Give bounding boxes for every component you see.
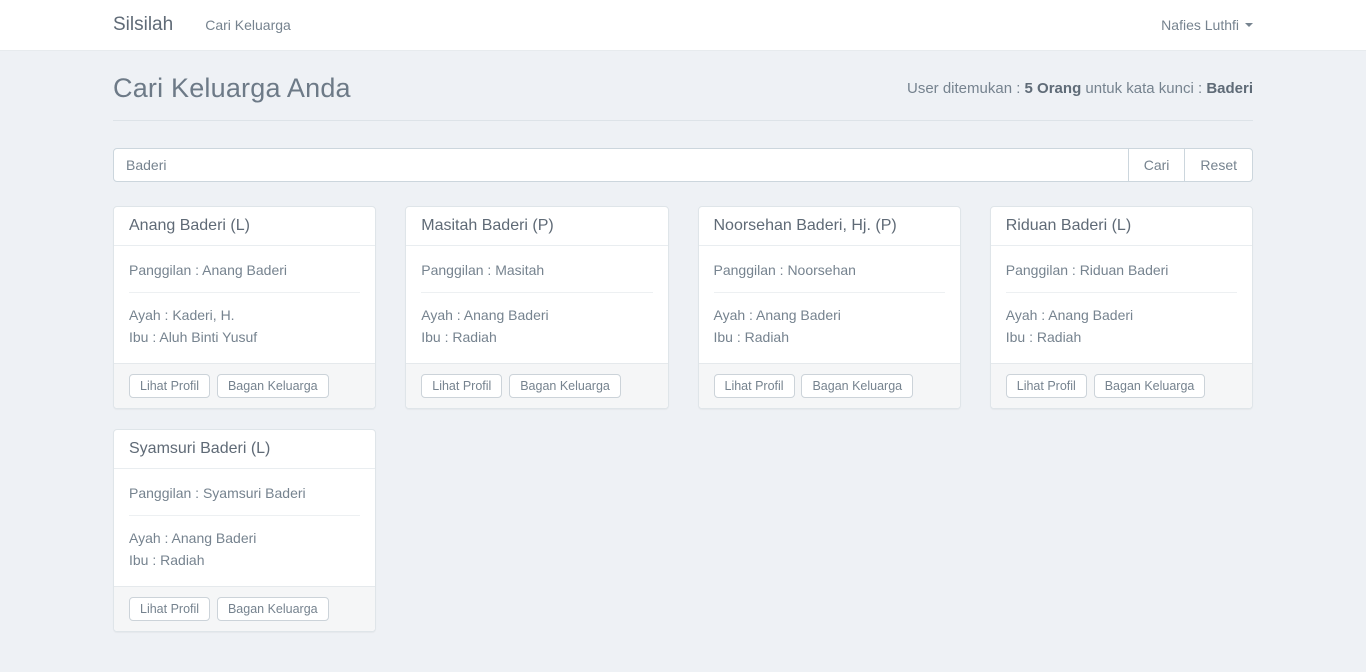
person-nickname: Panggilan : Riduan Baderi <box>1006 259 1237 281</box>
lihat-profil-button[interactable]: Lihat Profil <box>421 374 502 398</box>
person-father: Ayah : Anang Baderi <box>1006 304 1237 326</box>
search-form: Cari Reset <box>113 148 1253 182</box>
person-card-body: Panggilan : Masitah Ayah : Anang Baderi … <box>406 246 667 363</box>
navbar: Silsilah Cari Keluarga Nafies Luthfi <box>0 0 1366 51</box>
cari-button[interactable]: Cari <box>1128 148 1186 182</box>
person-card-body: Panggilan : Syamsuri Baderi Ayah : Anang… <box>114 469 375 586</box>
lihat-profil-button[interactable]: Lihat Profil <box>1006 374 1087 398</box>
divider <box>129 515 360 516</box>
person-card-title: Noorsehan Baderi, Hj. (P) <box>699 207 960 246</box>
person-nickname: Panggilan : Masitah <box>421 259 652 281</box>
bagan-keluarga-button[interactable]: Bagan Keluarga <box>217 374 329 398</box>
person-card-body: Panggilan : Anang Baderi Ayah : Kaderi, … <box>114 246 375 363</box>
bagan-keluarga-button[interactable]: Bagan Keluarga <box>509 374 621 398</box>
person-card: Riduan Baderi (L) Panggilan : Riduan Bad… <box>990 206 1253 409</box>
brand-silsilah[interactable]: Silsilah <box>113 14 173 36</box>
summary-middle: untuk kata kunci : <box>1081 80 1206 97</box>
person-card-footer: Lihat Profil Bagan Keluarga <box>114 363 375 408</box>
person-nickname: Panggilan : Syamsuri Baderi <box>129 482 360 504</box>
nav-item-cari-keluarga[interactable]: Cari Keluarga <box>205 17 291 33</box>
person-mother: Ibu : Aluh Binti Yusuf <box>129 326 360 348</box>
lihat-profil-button[interactable]: Lihat Profil <box>129 374 210 398</box>
person-card-footer: Lihat Profil Bagan Keluarga <box>406 363 667 408</box>
person-mother: Ibu : Radiah <box>421 326 652 348</box>
person-card-title: Anang Baderi (L) <box>114 207 375 246</box>
person-father: Ayah : Anang Baderi <box>421 304 652 326</box>
person-father: Ayah : Anang Baderi <box>714 304 945 326</box>
person-card: Anang Baderi (L) Panggilan : Anang Bader… <box>113 206 376 409</box>
page-header: Cari Keluarga Anda User ditemukan : 5 Or… <box>113 73 1253 121</box>
person-card-title: Masitah Baderi (P) <box>406 207 667 246</box>
person-mother: Ibu : Radiah <box>129 549 360 571</box>
divider <box>1006 292 1237 293</box>
person-mother: Ibu : Radiah <box>714 326 945 348</box>
person-father: Ayah : Anang Baderi <box>129 527 360 549</box>
result-summary: User ditemukan : 5 Orang untuk kata kunc… <box>907 80 1253 97</box>
person-card-title: Riduan Baderi (L) <box>991 207 1252 246</box>
search-input[interactable] <box>113 148 1129 182</box>
bagan-keluarga-button[interactable]: Bagan Keluarga <box>1094 374 1206 398</box>
results-grid: Anang Baderi (L) Panggilan : Anang Bader… <box>113 206 1253 672</box>
person-card-title: Syamsuri Baderi (L) <box>114 430 375 469</box>
person-card-body: Panggilan : Noorsehan Ayah : Anang Bader… <box>699 246 960 363</box>
person-card: Syamsuri Baderi (L) Panggilan : Syamsuri… <box>113 429 376 632</box>
person-father: Ayah : Kaderi, H. <box>129 304 360 326</box>
person-card-footer: Lihat Profil Bagan Keluarga <box>699 363 960 408</box>
user-name: Nafies Luthfi <box>1161 17 1239 33</box>
bagan-keluarga-button[interactable]: Bagan Keluarga <box>801 374 913 398</box>
lihat-profil-button[interactable]: Lihat Profil <box>129 597 210 621</box>
divider <box>714 292 945 293</box>
person-card: Masitah Baderi (P) Panggilan : Masitah A… <box>405 206 668 409</box>
summary-count: 5 Orang <box>1025 80 1082 97</box>
divider <box>129 292 360 293</box>
caret-down-icon <box>1245 23 1253 27</box>
person-card: Noorsehan Baderi, Hj. (P) Panggilan : No… <box>698 206 961 409</box>
main-content: Cari Keluarga Anda User ditemukan : 5 Or… <box>113 73 1253 672</box>
lihat-profil-button[interactable]: Lihat Profil <box>714 374 795 398</box>
page-title: Cari Keluarga Anda <box>113 73 351 104</box>
bagan-keluarga-button[interactable]: Bagan Keluarga <box>217 597 329 621</box>
person-nickname: Panggilan : Noorsehan <box>714 259 945 281</box>
person-card-footer: Lihat Profil Bagan Keluarga <box>114 586 375 631</box>
person-card-footer: Lihat Profil Bagan Keluarga <box>991 363 1252 408</box>
user-dropdown[interactable]: Nafies Luthfi <box>1161 17 1253 33</box>
person-card-body: Panggilan : Riduan Baderi Ayah : Anang B… <box>991 246 1252 363</box>
person-nickname: Panggilan : Anang Baderi <box>129 259 360 281</box>
person-mother: Ibu : Radiah <box>1006 326 1237 348</box>
summary-prefix: User ditemukan : <box>907 80 1025 97</box>
summary-keyword: Baderi <box>1206 80 1253 97</box>
reset-button[interactable]: Reset <box>1184 148 1253 182</box>
divider <box>421 292 652 293</box>
